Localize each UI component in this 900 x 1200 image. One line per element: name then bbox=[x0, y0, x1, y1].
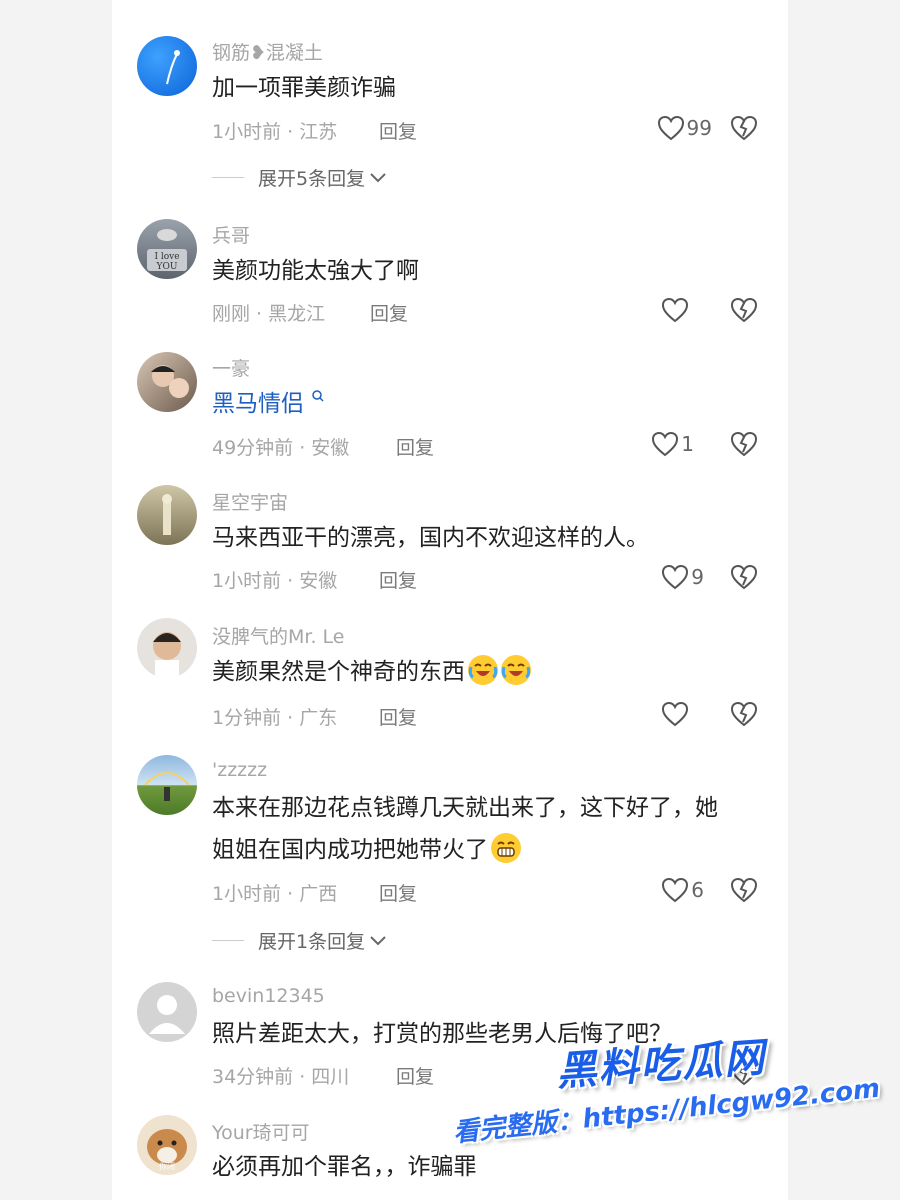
broken-heart-icon[interactable] bbox=[730, 876, 758, 904]
avatar[interactable] bbox=[137, 982, 197, 1042]
expand-replies-button[interactable]: 展开1条回复 bbox=[212, 927, 387, 954]
avatar-art: I love YOU bbox=[147, 229, 187, 272]
comment-meta: 1小时前 · 安徽 bbox=[212, 570, 338, 592]
avatar[interactable] bbox=[137, 755, 197, 815]
like-button[interactable] bbox=[661, 700, 691, 728]
svg-text:YOU: YOU bbox=[156, 262, 178, 272]
expand-replies-label: 展开1条回复 bbox=[258, 931, 366, 953]
avatar[interactable] bbox=[137, 36, 197, 96]
username[interactable]: 星空宇宙 bbox=[212, 488, 288, 515]
username[interactable]: 一豪 bbox=[212, 354, 250, 381]
reply-button[interactable]: 回复 bbox=[396, 1062, 434, 1089]
broken-heart-icon[interactable] bbox=[730, 563, 758, 591]
expand-replies-button[interactable]: 展开5条回复 bbox=[212, 164, 387, 191]
comment-meta: 34分钟前 · 四川 bbox=[212, 1066, 350, 1088]
username[interactable]: 没脾气的Mr. Le bbox=[212, 622, 344, 649]
reply-button[interactable]: 回复 bbox=[379, 703, 417, 730]
heart-icon bbox=[661, 297, 689, 323]
broken-heart-icon[interactable] bbox=[730, 430, 758, 458]
comment-panel: 钢筋❥混凝土 加一项罪美颜诈骗 1小时前 · 江苏 回复 99 展开5条回复 I… bbox=[112, 0, 788, 1200]
username[interactable]: Your琦可可 bbox=[212, 1118, 310, 1145]
comment-meta: 1小时前 · 广西 bbox=[212, 883, 338, 905]
avatar[interactable] bbox=[137, 618, 197, 678]
heart-icon bbox=[662, 877, 689, 903]
avatar-art bbox=[162, 494, 172, 535]
divider bbox=[212, 940, 244, 941]
search-small-icon bbox=[312, 390, 324, 402]
emoji-face bbox=[501, 663, 531, 679]
svg-text:I love: I love bbox=[154, 252, 179, 262]
like-button[interactable]: 9 bbox=[661, 563, 704, 591]
heart-icon bbox=[662, 564, 689, 590]
like-button[interactable]: 99 bbox=[657, 114, 712, 142]
chevron-down-icon bbox=[370, 935, 386, 945]
avatar[interactable]: I love YOU bbox=[137, 219, 197, 279]
like-count: 1 bbox=[681, 432, 694, 456]
avatar-art bbox=[144, 772, 190, 801]
crying-laughing-emoji-icon bbox=[501, 655, 531, 685]
avatar-art bbox=[153, 632, 181, 678]
comment-meta: 刚刚 · 黑龙江 bbox=[212, 303, 326, 325]
broken-heart-icon[interactable] bbox=[730, 114, 758, 142]
reply-button[interactable]: 回复 bbox=[379, 566, 417, 593]
avatar-art bbox=[151, 365, 189, 398]
avatar[interactable] bbox=[137, 352, 197, 412]
divider bbox=[212, 177, 244, 178]
username[interactable]: bevin12345 bbox=[212, 985, 325, 1007]
comment-meta: 1分钟前 · 广东 bbox=[212, 707, 338, 729]
avatar-caption: 你闭 bbox=[159, 1161, 175, 1171]
heart-icon bbox=[652, 431, 679, 457]
comment-text-line-2: 姐姐在国内成功把她带火了 bbox=[212, 837, 488, 863]
avatar-art bbox=[166, 50, 180, 85]
emoji-face bbox=[497, 841, 515, 857]
heart-icon bbox=[657, 115, 684, 141]
grinning-emoji-icon bbox=[491, 833, 521, 863]
comment-text: 美颜功能太強大了啊 bbox=[212, 258, 419, 284]
like-count: 9 bbox=[691, 565, 704, 589]
username[interactable]: 'zzzzz bbox=[212, 759, 267, 781]
avatar[interactable] bbox=[137, 485, 197, 545]
avatar[interactable]: 你闭 bbox=[137, 1115, 197, 1175]
comment-text: 美颜果然是个神奇的东西 bbox=[212, 659, 465, 685]
comment-text-line-1: 本来在那边花点钱蹲几天就出来了，这下好了，她 bbox=[212, 795, 718, 821]
avatar-art: 你闭 bbox=[147, 1129, 187, 1171]
comment-text-row: 姐姐在国内成功把她带火了 bbox=[212, 829, 521, 871]
default-avatar-icon bbox=[149, 995, 185, 1034]
comment-text: 加一项罪美颜诈骗 bbox=[212, 75, 396, 101]
like-count: 99 bbox=[686, 116, 712, 140]
emoji-face bbox=[468, 663, 498, 679]
username[interactable]: 钢筋❥混凝土 bbox=[212, 38, 323, 65]
broken-heart-icon[interactable] bbox=[730, 296, 758, 324]
comment-link-text[interactable]: 黑马情侣 bbox=[212, 383, 325, 425]
broken-heart-icon[interactable] bbox=[730, 700, 758, 728]
reply-button[interactable]: 回复 bbox=[370, 299, 408, 326]
heart-icon bbox=[661, 701, 689, 727]
chevron-down-icon bbox=[370, 172, 386, 182]
reply-button[interactable]: 回复 bbox=[379, 879, 417, 906]
comment-text: 马来西亚干的漂亮，国内不欢迎这样的人。 bbox=[212, 525, 649, 551]
comment-meta: 1小时前 · 江苏 bbox=[212, 121, 338, 143]
reply-button[interactable]: 回复 bbox=[379, 117, 417, 144]
comment-text: 必须再加个罪名，，诈骗罪 bbox=[212, 1154, 477, 1180]
crying-laughing-emoji-icon bbox=[468, 655, 498, 685]
like-count: 6 bbox=[691, 878, 704, 902]
expand-replies-label: 展开5条回复 bbox=[258, 168, 366, 190]
like-button[interactable]: 1 bbox=[651, 430, 694, 458]
username[interactable]: 兵哥 bbox=[212, 221, 250, 248]
hashtag-link[interactable]: 黑马情侣 bbox=[212, 391, 304, 417]
reply-button[interactable]: 回复 bbox=[396, 433, 434, 460]
comment-text-row: 美颜果然是个神奇的东西 bbox=[212, 651, 531, 693]
like-button[interactable] bbox=[661, 296, 691, 324]
comment-meta: 49分钟前 · 安徽 bbox=[212, 437, 350, 459]
like-button[interactable]: 6 bbox=[661, 876, 704, 904]
